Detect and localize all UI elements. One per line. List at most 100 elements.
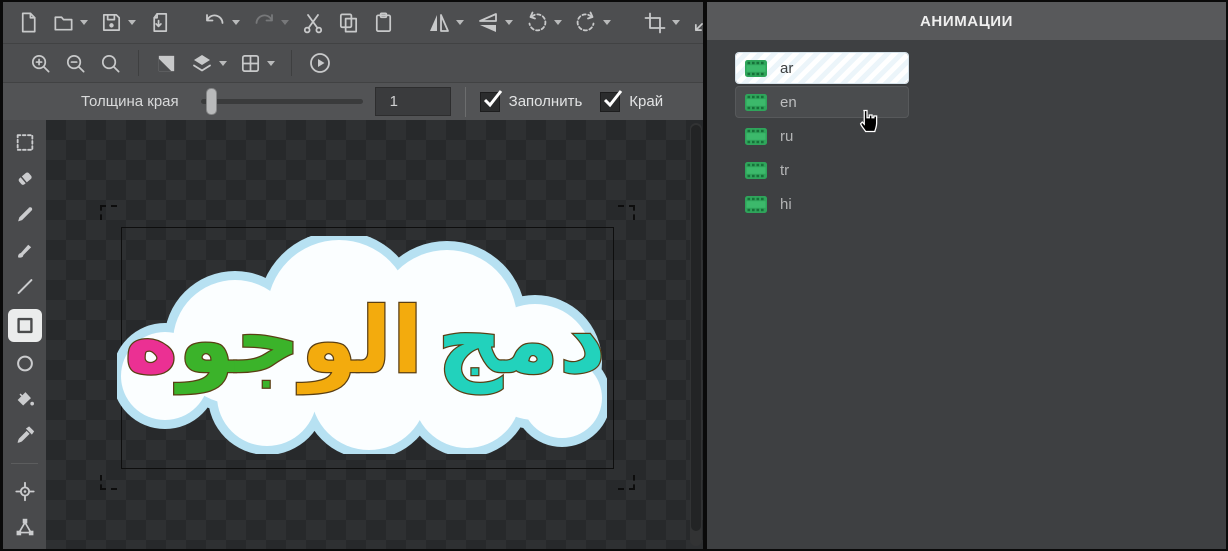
eyedropper-tool[interactable]	[8, 421, 42, 450]
edge-thickness-slider[interactable]	[201, 99, 363, 104]
import-image-button[interactable]	[145, 7, 174, 39]
rotate-ccw-button[interactable]	[522, 7, 565, 39]
save-button[interactable]	[97, 7, 139, 39]
flip-vertical-icon	[476, 11, 500, 35]
play-animation-button[interactable]	[305, 47, 335, 79]
filmstrip-icon	[745, 60, 767, 77]
import-image-icon	[148, 11, 171, 34]
layers-dropdown-arrow[interactable]	[219, 61, 227, 66]
open-folder-icon	[52, 11, 75, 34]
flip-horizontal-icon	[427, 11, 451, 35]
rotate-cw-button[interactable]	[571, 7, 614, 39]
line-tool[interactable]	[8, 272, 42, 301]
brush-tool[interactable]	[8, 236, 42, 265]
canvas-vertical-scrollbar[interactable]	[690, 123, 702, 546]
rotate-ccw-dropdown-arrow[interactable]	[554, 20, 562, 25]
brush-icon	[14, 239, 36, 262]
node-shape-tool[interactable]	[8, 513, 42, 542]
pencil-icon	[14, 203, 36, 226]
edge-checkbox-label: Край	[629, 93, 663, 110]
eyedropper-icon	[14, 424, 36, 447]
rectangle-tool[interactable]	[8, 309, 42, 342]
layers-button[interactable]	[187, 47, 230, 79]
animation-item-en[interactable]: en	[736, 87, 908, 117]
logo-arabic-text: دمج الو جو ه	[117, 232, 607, 450]
redo-dropdown-arrow[interactable]	[281, 20, 289, 25]
new-file-icon	[17, 11, 40, 34]
zoom-out-button[interactable]	[61, 47, 90, 79]
filmstrip-icon	[745, 162, 767, 179]
animation-item-label: ar	[780, 60, 793, 77]
rotate-ccw-icon	[525, 11, 549, 35]
animations-panel-title: АНИМАЦИИ	[920, 13, 1013, 30]
save-dropdown-arrow[interactable]	[128, 20, 136, 25]
canvas-scrollbar-thumb[interactable]	[691, 125, 701, 531]
edge-thickness-label: Толщина края	[81, 93, 179, 110]
palette-divider	[11, 463, 38, 464]
grid-button[interactable]	[236, 47, 278, 79]
open-folder-button[interactable]	[49, 7, 91, 39]
node-shape-icon	[14, 516, 36, 539]
edge-checkbox[interactable]	[600, 92, 620, 112]
flip-horizontal-button[interactable]	[424, 7, 467, 39]
check-icon	[601, 88, 625, 112]
selection-corner-marker-tr[interactable]	[618, 205, 635, 220]
animation-item-label: ru	[780, 128, 793, 145]
fill-bucket-tool[interactable]	[8, 385, 42, 414]
animation-item-hi[interactable]: hi	[736, 189, 908, 219]
edge-checkbox-group[interactable]: Край	[600, 92, 663, 112]
copy-button[interactable]	[334, 7, 363, 39]
edge-thickness-slider-thumb[interactable]	[206, 88, 217, 115]
selection-corner-marker-bl[interactable]	[100, 475, 117, 490]
marquee-select-tool[interactable]	[8, 128, 42, 157]
layers-icon	[190, 51, 214, 75]
zoom-out-icon	[64, 52, 87, 75]
undo-icon	[203, 11, 227, 35]
eraser-icon	[14, 167, 36, 190]
crop-button[interactable]	[640, 7, 683, 39]
open-folder-dropdown-arrow[interactable]	[80, 20, 88, 25]
grid-icon	[239, 52, 262, 75]
move-target-tool[interactable]	[8, 477, 42, 506]
copy-icon	[337, 11, 360, 34]
animation-item-ar[interactable]: ar	[736, 53, 908, 83]
zoom-in-button[interactable]	[26, 47, 55, 79]
undo-dropdown-arrow[interactable]	[232, 20, 240, 25]
fill-checkbox[interactable]	[480, 92, 500, 112]
flip-vertical-dropdown-arrow[interactable]	[505, 20, 513, 25]
redo-button[interactable]	[249, 7, 292, 39]
selection-corner-marker-tl[interactable]	[100, 205, 117, 220]
flip-vertical-button[interactable]	[473, 7, 516, 39]
logo-text-segment: ه	[124, 289, 178, 394]
check-icon	[481, 88, 505, 112]
drawing-canvas[interactable]: دمج الو جو ه	[46, 120, 703, 549]
crop-dropdown-arrow[interactable]	[672, 20, 680, 25]
edge-thickness-value-field[interactable]: 1	[375, 87, 451, 116]
new-file-button[interactable]	[14, 7, 43, 39]
zoom-in-icon	[29, 52, 52, 75]
eraser-tool[interactable]	[8, 164, 42, 193]
animations-list: ar en ru tr hi	[707, 40, 1226, 219]
background-toggle-button[interactable]	[152, 47, 181, 79]
zoom-original-button[interactable]	[96, 47, 125, 79]
fill-checkbox-group[interactable]: Заполнить	[480, 92, 583, 112]
animation-item-ru[interactable]: ru	[736, 121, 908, 151]
paste-button[interactable]	[369, 7, 398, 39]
cut-button[interactable]	[298, 7, 328, 39]
grid-dropdown-arrow[interactable]	[267, 61, 275, 66]
tool-options-bar: Толщина края 1 Заполнить Край	[3, 82, 703, 120]
filmstrip-icon	[745, 128, 767, 145]
selection-corner-marker-br[interactable]	[618, 475, 635, 490]
logo-text-segment: دمج	[437, 289, 606, 394]
pencil-tool[interactable]	[8, 200, 42, 229]
rotate-cw-dropdown-arrow[interactable]	[603, 20, 611, 25]
undo-button[interactable]	[200, 7, 243, 39]
save-icon	[100, 11, 123, 34]
play-icon	[308, 51, 332, 75]
paste-icon	[372, 11, 395, 34]
redo-icon	[252, 11, 276, 35]
flip-horizontal-dropdown-arrow[interactable]	[456, 20, 464, 25]
ellipse-tool[interactable]	[8, 349, 42, 378]
view-toolbar	[3, 43, 703, 82]
animation-item-tr[interactable]: tr	[736, 155, 908, 185]
